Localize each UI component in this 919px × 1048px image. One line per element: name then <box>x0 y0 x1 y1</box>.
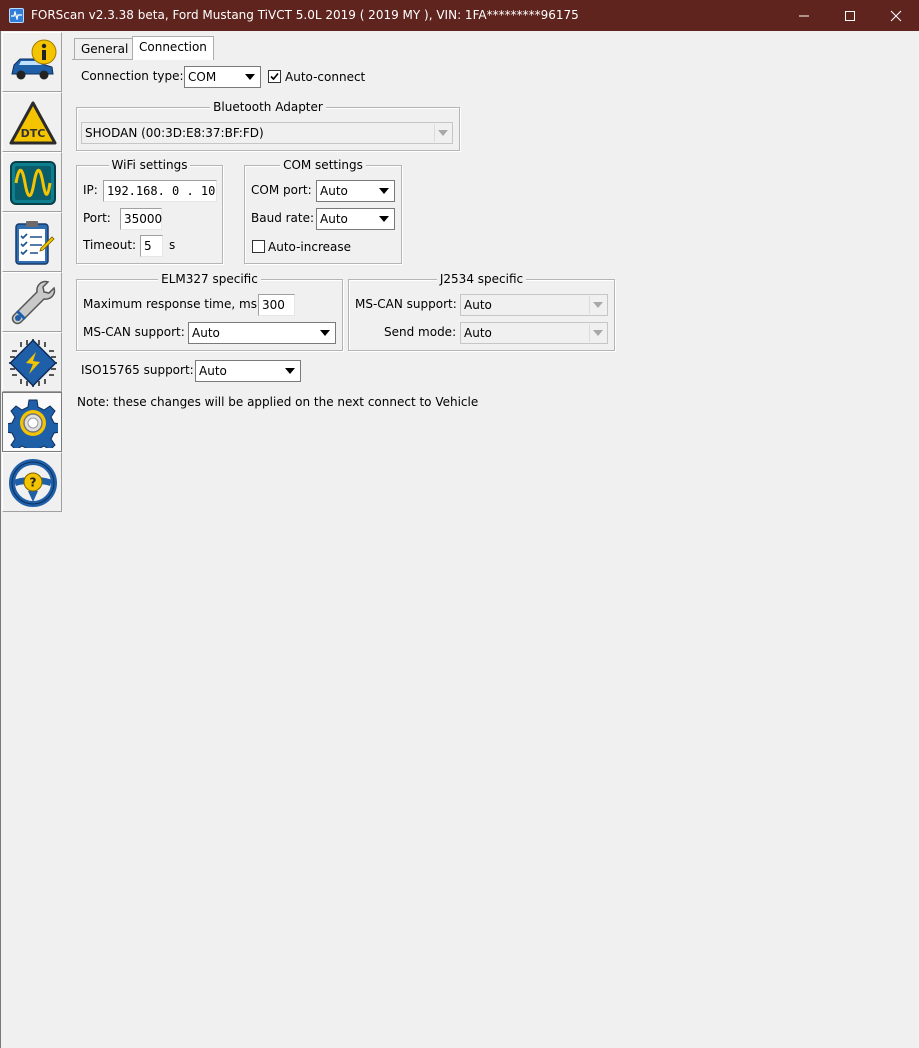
chip-icon <box>9 339 57 387</box>
j2534-mscan-label: MS-CAN support: <box>355 297 457 311</box>
svg-text:?: ? <box>30 476 37 490</box>
wifi-port-label: Port: <box>83 211 111 225</box>
connection-type-value: COM <box>188 70 217 84</box>
maximize-button[interactable] <box>827 0 873 31</box>
chevron-down-icon <box>317 324 334 342</box>
com-port-value: Auto <box>320 184 348 198</box>
sidebar-item-oscilloscope[interactable] <box>2 152 62 212</box>
chevron-down-icon <box>589 324 606 342</box>
auto-increase-label: Auto-increase <box>268 240 351 254</box>
sidebar-item-tests[interactable] <box>2 212 62 272</box>
sidebar-item-service[interactable] <box>2 272 62 332</box>
j2534-mscan-select[interactable]: Auto <box>460 294 608 316</box>
connection-type-label: Connection type: <box>81 69 184 83</box>
chevron-down-icon <box>376 210 393 228</box>
wifi-port-value: 35000 <box>124 212 163 226</box>
apply-note: Note: these changes will be applied on t… <box>77 395 479 409</box>
send-mode-value: Auto <box>464 326 492 340</box>
gear-icon <box>8 399 58 448</box>
car-info-icon <box>11 39 57 80</box>
wifi-ip-label: IP: <box>83 183 98 197</box>
elm-mscan-select[interactable]: Auto <box>188 322 336 344</box>
baud-rate-value: Auto <box>320 212 348 226</box>
chevron-down-icon <box>434 124 451 142</box>
send-mode-label: Send mode: <box>384 325 457 339</box>
auto-connect-label: Auto-connect <box>285 70 366 84</box>
wifi-port-input[interactable]: 35000 <box>120 208 162 230</box>
wifi-ip-input[interactable]: 192.168. 0 . 10 <box>103 180 217 202</box>
chevron-down-icon <box>282 362 299 380</box>
title-bar: FORScan v2.3.38 beta, Ford Mustang TiVCT… <box>0 0 919 31</box>
oscilloscope-icon <box>10 161 56 205</box>
com-port-label: COM port: <box>251 183 312 197</box>
check-icon <box>270 72 279 81</box>
elm-mscan-value: Auto <box>192 326 220 340</box>
wifi-group-title: WiFi settings <box>108 158 191 172</box>
com-group-title: COM settings <box>280 158 366 172</box>
baud-rate-label: Baud rate: <box>251 211 315 225</box>
wrench-icon <box>11 280 56 325</box>
iso15765-label: ISO15765 support: <box>81 363 194 377</box>
chevron-down-icon <box>589 296 606 314</box>
auto-connect-checkbox[interactable] <box>268 70 281 83</box>
wifi-timeout-label: Timeout: <box>83 238 137 252</box>
sidebar-item-dtc[interactable]: DTC <box>2 92 62 152</box>
iso15765-select[interactable]: Auto <box>195 360 301 382</box>
j2534-mscan-value: Auto <box>464 298 492 312</box>
send-mode-select[interactable]: Auto <box>460 322 608 344</box>
close-button[interactable] <box>873 0 919 31</box>
chevron-down-icon <box>242 68 259 86</box>
connection-type-select[interactable]: COM <box>184 66 261 88</box>
sidebar: DTC ? <box>2 32 62 512</box>
max-response-input[interactable]: 300 <box>258 294 295 316</box>
tab-general[interactable]: General <box>74 38 136 60</box>
baud-rate-select[interactable]: Auto <box>316 208 395 230</box>
max-response-value: 300 <box>262 298 285 312</box>
auto-increase-checkbox[interactable] <box>252 240 265 253</box>
iso15765-value: Auto <box>199 364 227 378</box>
bluetooth-group-title: Bluetooth Adapter <box>210 100 326 114</box>
wifi-ip-value: 192.168. 0 . 10 <box>107 184 216 198</box>
wifi-timeout-unit: s <box>169 238 176 252</box>
checklist-icon <box>15 221 55 265</box>
elm-mscan-label: MS-CAN support: <box>83 325 185 339</box>
sidebar-item-settings[interactable] <box>2 392 62 452</box>
dtc-warning-icon: DTC <box>9 101 57 145</box>
window-title: FORScan v2.3.38 beta, Ford Mustang TiVCT… <box>31 8 579 22</box>
wifi-timeout-input[interactable]: 5 <box>140 235 163 257</box>
elm327-group-title: ELM327 specific <box>158 272 261 286</box>
window-border <box>0 31 1 1048</box>
tab-connection[interactable]: Connection <box>132 36 214 60</box>
minimize-button[interactable] <box>781 0 827 31</box>
steering-help-icon: ? <box>9 459 57 507</box>
max-response-label: Maximum response time, ms: <box>83 297 261 311</box>
wifi-timeout-value: 5 <box>144 239 152 253</box>
com-port-select[interactable]: Auto <box>316 180 395 202</box>
bluetooth-adapter-value: SHODAN (00:3D:E8:37:BF:FD) <box>85 126 264 140</box>
sidebar-item-vehicle-info[interactable] <box>2 32 62 92</box>
chevron-down-icon <box>376 182 393 200</box>
sidebar-item-help[interactable]: ? <box>2 452 62 512</box>
j2534-group-title: J2534 specific <box>436 272 527 286</box>
svg-text:DTC: DTC <box>21 127 46 140</box>
bluetooth-adapter-select[interactable]: SHODAN (00:3D:E8:37:BF:FD) <box>81 122 453 144</box>
app-icon <box>9 8 24 23</box>
sidebar-item-configuration[interactable] <box>2 332 62 392</box>
